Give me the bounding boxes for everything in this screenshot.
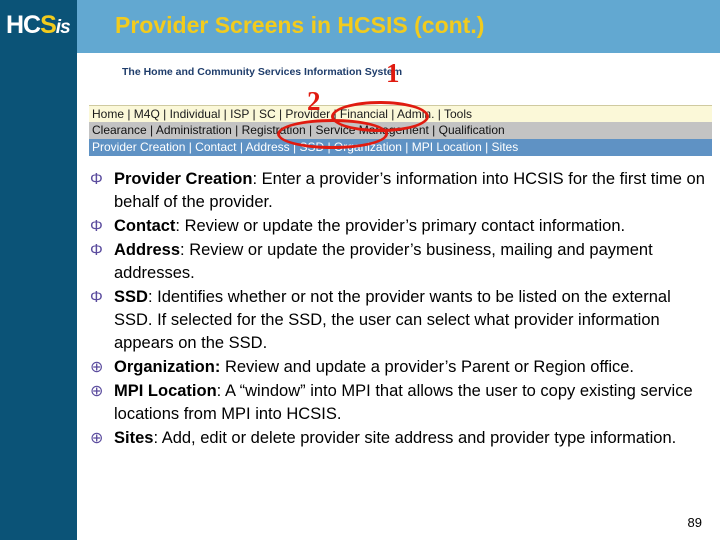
list-item-separator: :: [153, 429, 162, 447]
nav-row-secondary[interactable]: Clearance | Administration | Registratio…: [89, 122, 712, 139]
list-item-body: Add, edit or delete provider site addres…: [161, 429, 677, 447]
list-item: Φ SSD: Identifies whether or not the pro…: [88, 286, 706, 355]
bullet-crosshair-icon: ⊕: [90, 430, 104, 447]
bullet-phi-icon: Φ: [90, 171, 103, 188]
list-item-text: Sites: Add, edit or delete provider site…: [114, 427, 706, 450]
list-item-text: MPI Location: A “window” into MPI that a…: [114, 380, 706, 426]
bullet-phi-icon: Φ: [90, 218, 103, 235]
list-item-separator: :: [175, 217, 185, 235]
list-item-body: Review and update a provider’s Parent or…: [224, 358, 635, 376]
list-item-body: Review or update the provider’s primary …: [184, 217, 626, 235]
sidebar-decorative-band: [0, 0, 77, 540]
list-item-separator: :: [252, 170, 262, 188]
list-item-body: Review or update the provider’s business…: [114, 241, 653, 282]
logo-text-hc: HC: [6, 11, 41, 39]
list-item-text: Contact: Review or update the provider’s…: [114, 215, 706, 238]
nav-row-tertiary[interactable]: Provider Creation | Contact | Address | …: [89, 139, 712, 156]
list-item-body: Identifies whether or not the provider w…: [114, 288, 671, 352]
list-item-separator: :: [180, 241, 190, 259]
nav-row-primary[interactable]: Home | M4Q | Individual | ISP | SC | Pro…: [89, 105, 712, 123]
list-item: ⊕ MPI Location: A “window” into MPI that…: [88, 380, 706, 426]
list-item-term: Contact: [114, 217, 176, 235]
list-item-term: MPI Location: [114, 382, 217, 400]
slide-canvas: HCSis Provider Screens in HCSIS (cont.) …: [0, 0, 720, 540]
list-item-term: Organization:: [114, 358, 221, 376]
hcsis-logo: HCSis: [6, 8, 78, 42]
list-item-term: SSD: [114, 288, 148, 306]
bullet-phi-icon: Φ: [90, 242, 103, 259]
bullet-phi-icon: Φ: [90, 289, 103, 306]
list-item: Φ Contact: Review or update the provider…: [88, 215, 706, 238]
list-item: Φ Provider Creation: Enter a provider’s …: [88, 168, 706, 214]
logo-text-s-highlight: S: [40, 11, 57, 39]
list-item-separator: :: [216, 382, 225, 400]
slide-number: 89: [687, 515, 702, 530]
list-item-text: SSD: Identifies whether or not the provi…: [114, 286, 706, 355]
bullet-list: Φ Provider Creation: Enter a provider’s …: [88, 168, 706, 451]
bullet-crosshair-icon: ⊕: [90, 383, 104, 400]
list-item-text: Address: Review or update the provider’s…: [114, 239, 706, 285]
list-item: ⊕ Organization: Review and update a prov…: [88, 356, 706, 379]
logo-text-is: is: [55, 17, 71, 38]
list-item: Φ Address: Review or update the provider…: [88, 239, 706, 285]
list-item-term: Address: [114, 241, 181, 259]
list-item-term: Sites: [114, 429, 154, 447]
list-item-text: Provider Creation: Enter a provider’s in…: [114, 168, 706, 214]
bullet-crosshair-icon: ⊕: [90, 359, 104, 376]
list-item: ⊕ Sites: Add, edit or delete provider si…: [88, 427, 706, 450]
app-subtitle: The Home and Community Services Informat…: [122, 66, 403, 78]
list-item-term: Provider Creation: [114, 170, 253, 188]
list-item-separator: :: [147, 288, 158, 306]
list-item-text: Organization: Review and update a provid…: [114, 356, 706, 379]
page-title: Provider Screens in HCSIS (cont.): [115, 12, 485, 38]
